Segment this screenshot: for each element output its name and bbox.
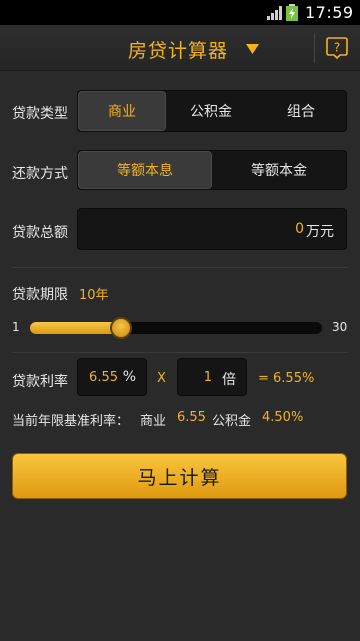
status-bar: 17:59 <box>0 0 360 25</box>
loan-type-selector: 商业 公积金 组合 <box>77 90 347 132</box>
title-bar: 房贷计算器 ? <box>0 25 360 71</box>
base-rate-fund-value: 4.50% <box>262 410 304 425</box>
battery-charging-icon <box>286 4 298 21</box>
rate-multiplier-value[interactable]: 1 <box>204 370 212 385</box>
loan-amount-value[interactable]: 0 <box>295 221 304 237</box>
rate-result: = 6.55% <box>258 371 315 386</box>
slider-max-label: 30 <box>332 320 348 334</box>
help-icon[interactable]: ? <box>326 37 348 59</box>
loan-type-fund-tab[interactable]: 公积金 <box>166 91 256 131</box>
repay-equal-principal-tab[interactable]: 等额本金 <box>212 151 346 189</box>
svg-text:?: ? <box>334 41 340 55</box>
loan-term-slider-thumb[interactable] <box>109 317 132 339</box>
loan-term-slider-track[interactable] <box>30 322 322 334</box>
page-title[interactable]: 房贷计算器 <box>128 36 228 63</box>
repay-method-label: 还款方式 <box>12 166 68 182</box>
rate-base-field[interactable]: 6.55 % <box>77 358 147 396</box>
rate-multiplier-field[interactable]: 1 倍 <box>177 358 247 396</box>
loan-term-label: 贷款期限 <box>12 287 68 303</box>
loan-type-combo-tab[interactable]: 组合 <box>256 91 346 131</box>
rate-base-value[interactable]: 6.55 <box>89 370 118 385</box>
repay-equal-installment-tab[interactable]: 等额本息 <box>78 151 212 189</box>
slider-min-label: 1 <box>12 320 20 334</box>
repay-method-selector: 等额本息 等额本金 <box>77 150 347 190</box>
base-rate-fund-label: 公积金 <box>212 414 252 429</box>
divider <box>12 267 348 268</box>
signal-icon <box>267 6 282 20</box>
loan-amount-field[interactable]: 0 万元 <box>77 208 347 250</box>
loan-amount-label: 贷款总额 <box>12 225 68 241</box>
loan-type-label: 贷款类型 <box>12 106 68 122</box>
rate-multiplier-unit: 倍 <box>222 372 236 388</box>
base-rate-commercial-label: 商业 <box>140 414 167 429</box>
status-time: 17:59 <box>305 3 354 22</box>
title-divider <box>314 33 315 63</box>
rate-times-sign: X <box>157 371 166 386</box>
calculate-button[interactable]: 马上计算 <box>12 453 347 499</box>
divider <box>12 352 348 353</box>
base-rate-label: 当前年限基准利率： <box>12 414 130 429</box>
base-rate-commercial-value: 6.55 <box>177 410 206 425</box>
rate-percent-sign: % <box>122 369 136 385</box>
loan-amount-unit: 万元 <box>306 224 334 240</box>
dropdown-caret-icon[interactable] <box>246 44 259 54</box>
rate-label: 贷款利率 <box>12 374 68 390</box>
loan-term-value: 10年 <box>79 288 109 303</box>
loan-type-commercial-tab[interactable]: 商业 <box>78 91 166 131</box>
loan-term-slider-fill <box>30 322 121 334</box>
